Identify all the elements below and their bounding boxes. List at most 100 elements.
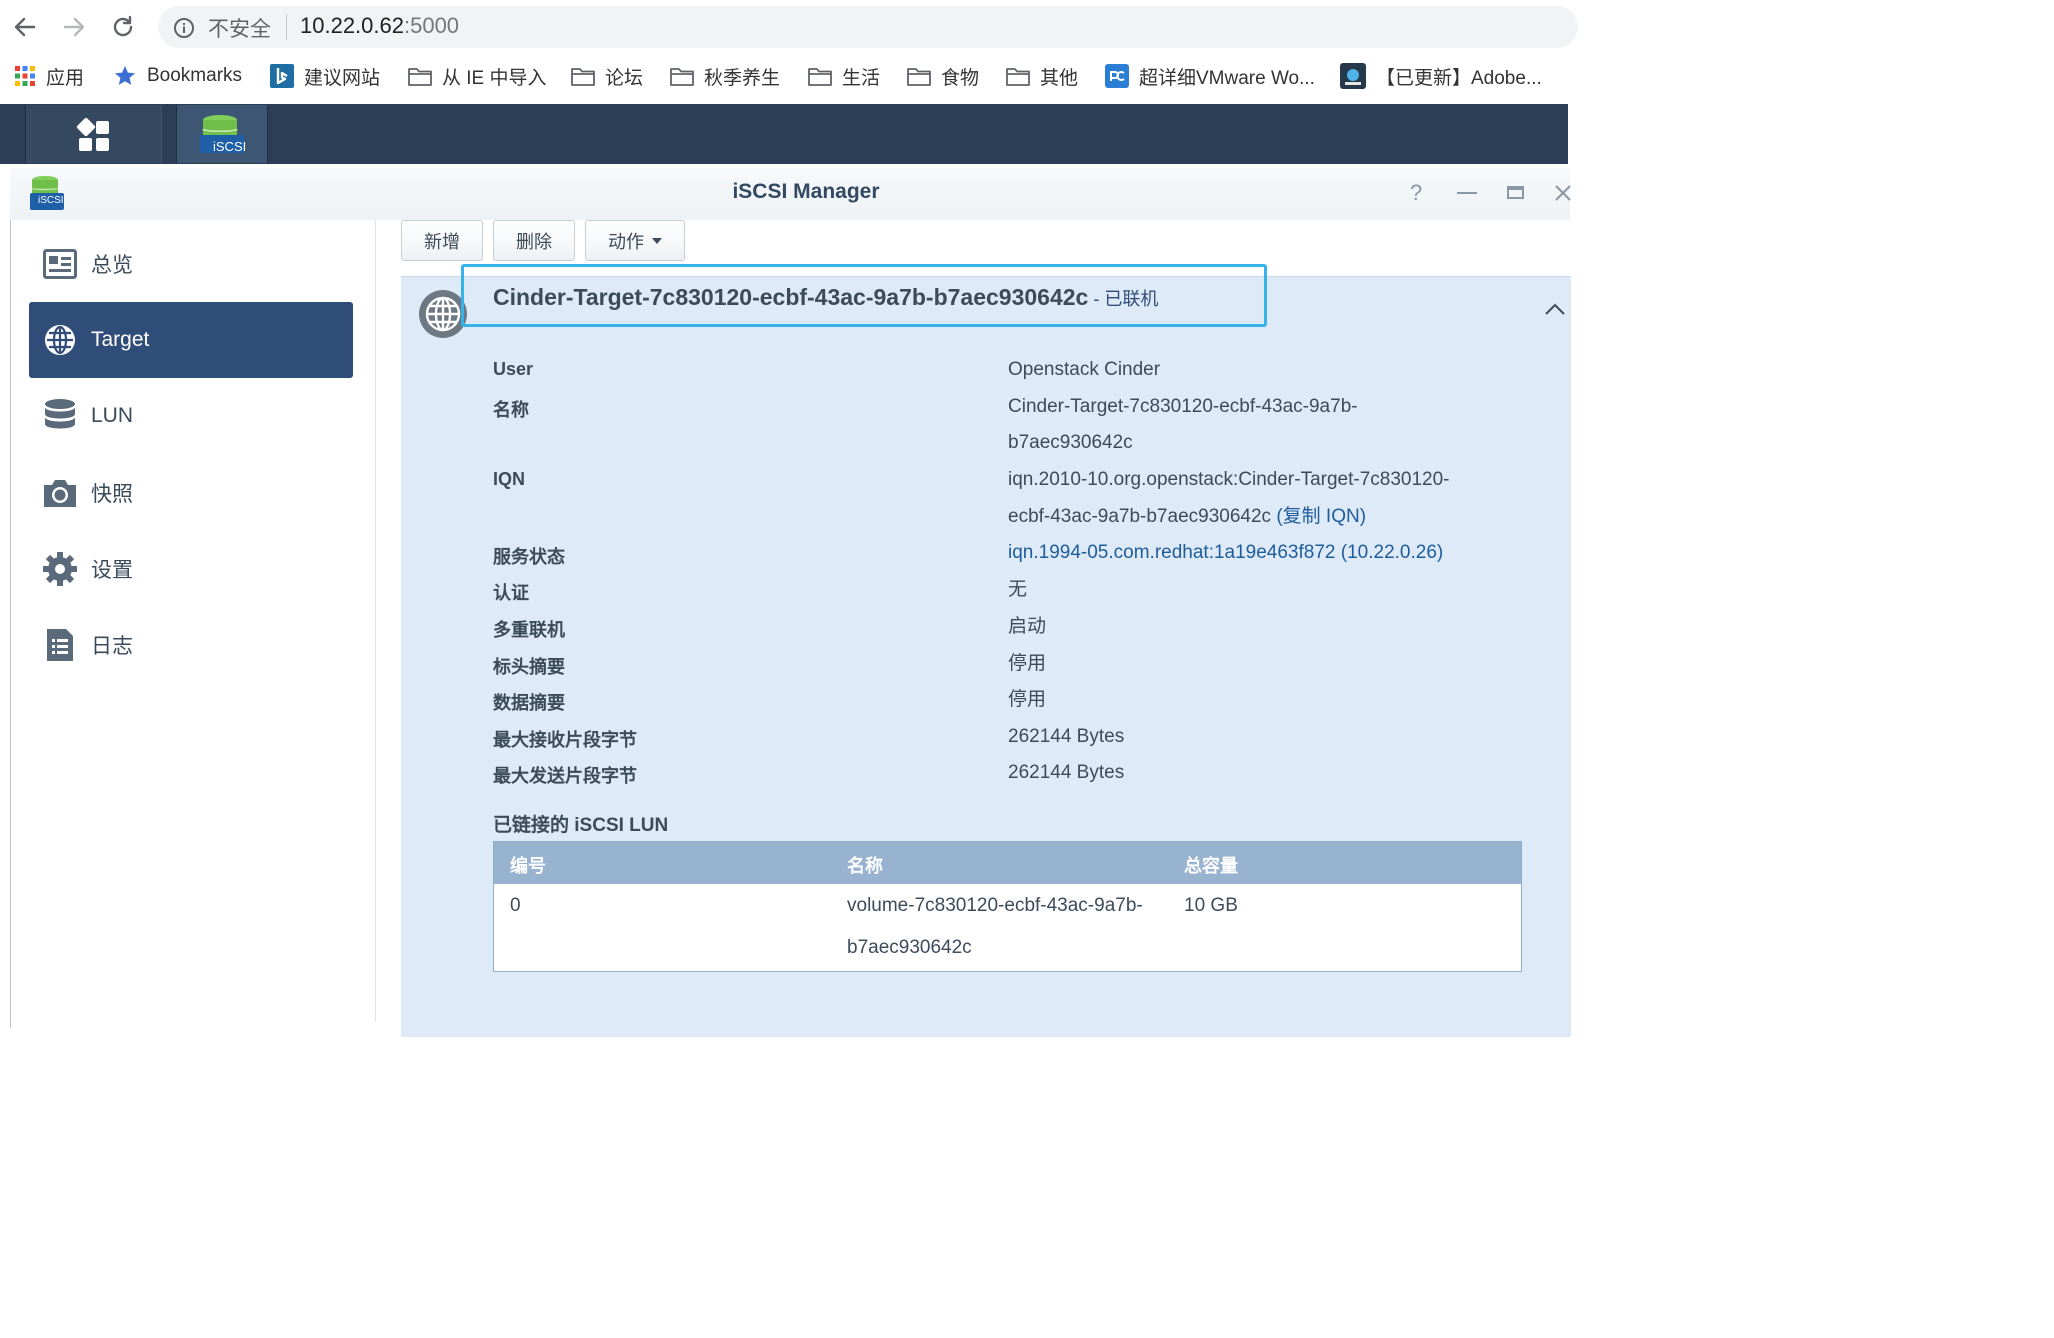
detail-label-max-send: 最大发送片段字节 bbox=[493, 766, 637, 786]
sidebar-item-overview[interactable]: 总览 bbox=[29, 226, 353, 302]
lun-row-id: 0 bbox=[510, 895, 521, 916]
bookmark-vmware[interactable]: 超详细VMware Wo... bbox=[1105, 60, 1315, 92]
bookmark-label: 论坛 bbox=[605, 67, 644, 89]
iscsi-badge-text: iSCSI bbox=[213, 139, 247, 154]
back-button[interactable] bbox=[8, 10, 42, 44]
lun-table-header bbox=[494, 842, 1521, 884]
help-icon: ? bbox=[1410, 180, 1423, 205]
folder-icon bbox=[670, 66, 694, 86]
detail-value-header-digest: 停用 bbox=[1008, 653, 1047, 674]
reload-icon bbox=[113, 15, 133, 37]
detail-value-auth: 无 bbox=[1008, 579, 1028, 600]
camera-icon bbox=[41, 474, 79, 512]
pc-icon bbox=[1105, 64, 1129, 88]
action-label: 动作 bbox=[608, 231, 644, 252]
bookmark-apps[interactable]: 应用 bbox=[14, 60, 84, 92]
folder-icon bbox=[808, 66, 832, 86]
forward-arrow-icon bbox=[63, 17, 85, 37]
copy-iqn-link[interactable]: (复制 IQN) bbox=[1276, 506, 1366, 527]
detail-value-max-send: 262144 Bytes bbox=[1008, 762, 1125, 783]
sidebar-item-label: Target bbox=[91, 328, 150, 351]
lun-row-name-line2: b7aec930642c bbox=[847, 937, 972, 958]
bookmark-suggested-sites[interactable]: 建议网站 bbox=[270, 60, 380, 92]
star-icon bbox=[113, 64, 137, 88]
minimize-button[interactable] bbox=[1457, 192, 1477, 194]
detail-label-data-digest: 数据摘要 bbox=[493, 693, 565, 713]
url-text[interactable]: 10.22.0.62:5000 bbox=[300, 13, 459, 39]
log-list-icon bbox=[41, 626, 79, 664]
bookmark-label: 建议网站 bbox=[304, 67, 381, 89]
sidebar-item-label: 日志 bbox=[91, 635, 133, 658]
sidebar-item-settings[interactable]: 设置 bbox=[29, 531, 353, 607]
bookmark-label: 从 IE 中导入 bbox=[442, 67, 547, 89]
folder-icon bbox=[1006, 66, 1030, 86]
bookmark-folder-food[interactable]: 食物 bbox=[907, 60, 979, 92]
globe-icon bbox=[41, 321, 79, 359]
main-menu-button[interactable] bbox=[25, 105, 162, 163]
column-header-capacity[interactable]: 总容量 bbox=[1184, 852, 1238, 878]
bookmark-label: 其他 bbox=[1040, 67, 1079, 89]
detail-label-max-recv: 最大接收片段字节 bbox=[493, 730, 637, 750]
bookmark-folder-autumn[interactable]: 秋季养生 bbox=[670, 60, 780, 92]
bookmark-adobe[interactable]: 【已更新】Adobe... bbox=[1340, 60, 1542, 92]
folder-icon bbox=[571, 66, 595, 86]
gear-icon bbox=[41, 550, 79, 588]
bookmark-folder-ie[interactable]: 从 IE 中导入 bbox=[408, 60, 547, 92]
add-button[interactable]: 新增 bbox=[401, 220, 483, 261]
url-port: :5000 bbox=[403, 13, 460, 38]
detail-value-data-digest: 停用 bbox=[1008, 689, 1047, 710]
bookmark-label: 【已更新】Adobe... bbox=[1376, 67, 1542, 89]
maximize-button[interactable] bbox=[1507, 186, 1524, 199]
sidebar-item-target[interactable]: Target bbox=[29, 302, 353, 378]
caret-down-icon bbox=[652, 237, 662, 244]
site-icon bbox=[1340, 63, 1366, 89]
target-status: - 已联机 bbox=[1088, 289, 1159, 309]
security-label: 不安全 bbox=[208, 18, 271, 41]
collapse-button[interactable] bbox=[1544, 302, 1566, 321]
bookmark-folder-forum[interactable]: 论坛 bbox=[571, 60, 643, 92]
column-header-id[interactable]: 编号 bbox=[510, 852, 546, 878]
bookmark-bookmarks[interactable]: Bookmarks bbox=[113, 60, 242, 92]
detail-value-name-line2: b7aec930642c bbox=[1008, 432, 1133, 453]
taskbar-iscsi-button[interactable]: iSCSI bbox=[176, 105, 268, 163]
detail-value-max-recv: 262144 Bytes bbox=[1008, 726, 1125, 747]
sidebar-item-lun[interactable]: LUN bbox=[29, 378, 353, 454]
folder-icon bbox=[408, 66, 432, 86]
bing-icon bbox=[270, 64, 294, 88]
detail-value-user: Openstack Cinder bbox=[1008, 359, 1161, 380]
sidebar-item-snapshot[interactable]: 快照 bbox=[29, 455, 353, 531]
close-icon bbox=[1555, 185, 1571, 201]
target-name: Cinder-Target-7c830120-ecbf-43ac-9a7b-b7… bbox=[493, 284, 1089, 310]
target-header[interactable]: Cinder-Target-7c830120-ecbf-43ac-9a7b-b7… bbox=[493, 284, 1158, 311]
chevron-up-icon bbox=[1545, 303, 1565, 315]
sidebar-item-label: LUN bbox=[91, 404, 134, 427]
folder-icon bbox=[907, 66, 931, 86]
help-button[interactable]: ? bbox=[1410, 180, 1422, 206]
sidebar-item-log[interactable]: 日志 bbox=[29, 607, 353, 683]
reload-button[interactable] bbox=[106, 10, 140, 44]
column-header-name[interactable]: 名称 bbox=[847, 852, 883, 878]
detail-value-iqn-line2-row: ecbf-43ac-9a7b-b7aec930642c (复制 IQN) bbox=[1008, 498, 1366, 535]
forward-button[interactable] bbox=[57, 10, 91, 44]
database-icon bbox=[41, 397, 79, 435]
detail-label-service-status: 服务状态 bbox=[493, 547, 565, 567]
apps-grid-icon bbox=[14, 65, 36, 87]
linked-lun-title: 已链接的 iSCSI LUN bbox=[493, 815, 669, 836]
bookmark-label: 秋季养生 bbox=[704, 67, 781, 89]
sidebar-item-label: 设置 bbox=[91, 559, 133, 582]
action-dropdown-button[interactable]: 动作 bbox=[585, 220, 685, 261]
window-title: iSCSI Manager bbox=[732, 180, 880, 203]
address-separator bbox=[286, 14, 287, 40]
bookmark-label: 超详细VMware Wo... bbox=[1139, 67, 1315, 89]
info-icon[interactable] bbox=[173, 17, 195, 44]
back-arrow-icon bbox=[14, 17, 36, 37]
url-host: 10.22.0.62 bbox=[300, 13, 404, 38]
close-button[interactable] bbox=[1553, 183, 1571, 208]
lun-row-name-line1: volume-7c830120-ecbf-43ac-9a7b- bbox=[847, 895, 1143, 916]
detail-value-name-line1: Cinder-Target-7c830120-ecbf-43ac-9a7b- bbox=[1008, 396, 1358, 417]
bookmark-folder-other[interactable]: 其他 bbox=[1006, 60, 1078, 92]
bookmark-label: Bookmarks bbox=[147, 65, 243, 86]
delete-button[interactable]: 删除 bbox=[493, 220, 575, 261]
detail-value-service-status[interactable]: iqn.1994-05.com.redhat:1a19e463f872 (10.… bbox=[1008, 534, 1443, 571]
bookmark-folder-life[interactable]: 生活 bbox=[808, 60, 880, 92]
